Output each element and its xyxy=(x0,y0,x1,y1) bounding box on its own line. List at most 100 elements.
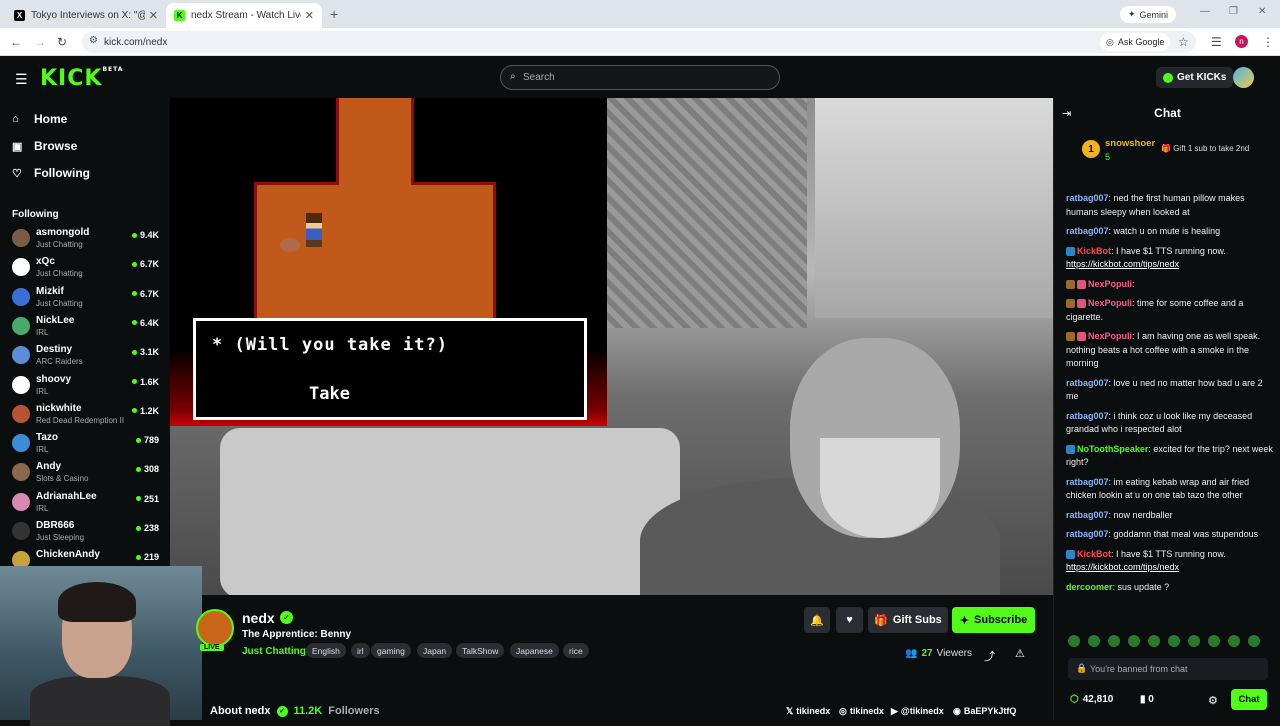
leaderboard-user[interactable]: snowshoer xyxy=(1105,138,1155,149)
gift-subs-button[interactable]: 🎁 Gift Subs xyxy=(868,607,948,633)
gemini-button[interactable]: ✦ Gemini xyxy=(1120,6,1177,23)
chat-username[interactable]: ratbag007 xyxy=(1066,510,1109,520)
following-item[interactable]: nickwhite Red Dead Redemption II 1.2K xyxy=(12,402,162,429)
chat-link[interactable]: https://kickbot.com/tips/nedx xyxy=(1066,562,1179,572)
chat-text: sus update ? xyxy=(1117,581,1170,592)
bookmark-star-icon[interactable]: ☆ xyxy=(1178,35,1189,49)
following-item[interactable]: AdrianahLee IRL 251 xyxy=(12,490,162,517)
media-icon[interactable]: ☰ xyxy=(1211,35,1222,49)
channel-name: nickwhite xyxy=(36,402,82,414)
notification-bell-icon[interactable]: 🔔 xyxy=(804,607,830,633)
back-icon[interactable]: ← xyxy=(10,35,22,49)
following-item[interactable]: Tazo IRL 789 xyxy=(12,431,162,458)
emote-icon[interactable] xyxy=(1188,635,1200,647)
minimize-icon[interactable]: — xyxy=(1200,6,1210,17)
kick-logo[interactable]: KICKBETA xyxy=(40,66,123,91)
emote-icon[interactable] xyxy=(1248,635,1260,647)
close-icon[interactable]: ✕ xyxy=(149,9,158,22)
chat-username[interactable]: ratbag007 xyxy=(1066,226,1109,236)
chat-username[interactable]: ratbag007 xyxy=(1066,529,1109,539)
emote-icon[interactable] xyxy=(1088,635,1100,647)
kicks-balance[interactable]: ⬡ 42,810 xyxy=(1070,694,1113,705)
emote-icon[interactable] xyxy=(1148,635,1160,647)
social-x[interactable]: 𝕏tikinedx xyxy=(786,706,830,717)
avatar xyxy=(12,434,30,453)
social-discord[interactable]: ◉ BaEPYkJtfQ xyxy=(953,706,1016,717)
report-icon[interactable]: ⚠ xyxy=(1015,647,1025,660)
following-item[interactable]: Mizkif Just Chatting 6.7K xyxy=(12,285,162,312)
following-item[interactable]: NickLee IRL 6.4K xyxy=(12,314,162,341)
share-icon[interactable]: ⤴ xyxy=(984,648,995,664)
chat-send-button[interactable]: Chat xyxy=(1231,689,1267,710)
new-tab-button[interactable]: + xyxy=(330,6,338,22)
chat-username[interactable]: KickBot xyxy=(1077,246,1111,256)
gear-icon[interactable]: ⚙ xyxy=(1208,694,1218,707)
tag[interactable]: English xyxy=(306,643,346,658)
browser-tab-x[interactable]: X Tokyo Interviews on X: "@callir ✕ xyxy=(6,3,166,28)
nav-browse[interactable]: ▣ Browse xyxy=(12,139,77,153)
stream-category[interactable]: Just Chatting xyxy=(242,646,306,657)
menu-icon[interactable]: ⋮ xyxy=(1262,35,1274,49)
hamburger-icon[interactable]: ☰ xyxy=(15,71,28,88)
emote-icon[interactable] xyxy=(1128,635,1140,647)
following-item[interactable]: DBR666 Just Sleeping 238 xyxy=(12,519,162,546)
get-kicks-button[interactable]: Get KICKs xyxy=(1156,67,1234,88)
user-avatar[interactable] xyxy=(1233,67,1254,88)
browser-tab-kick[interactable]: K nedx Stream - Watch Live on K ✕ xyxy=(166,3,322,28)
chat-username[interactable]: NexPopuli xyxy=(1088,331,1132,341)
close-icon[interactable]: ✕ xyxy=(305,9,314,22)
channel-name[interactable]: nedx xyxy=(242,610,275,626)
lock-icon: 🔒 xyxy=(1076,663,1088,673)
chat-username[interactable]: KickBot xyxy=(1077,549,1111,559)
chat-username[interactable]: dercoomer xyxy=(1066,582,1113,592)
badge-icon xyxy=(1077,332,1086,342)
channel-points[interactable]: ▮ 0 xyxy=(1140,694,1154,705)
tag[interactable]: TalkShow xyxy=(456,643,505,658)
following-item[interactable]: asmongold Just Chatting 9.4K xyxy=(12,226,162,253)
profile-avatar[interactable]: n xyxy=(1235,35,1248,48)
url-field[interactable]: ⚙ kick.com/nedx xyxy=(82,31,1196,53)
following-item[interactable]: xQc Just Chatting 6.7K xyxy=(12,255,162,282)
chat-message: KickBot: I have $1 TTS running now. https… xyxy=(1066,548,1226,572)
social-youtube[interactable]: ▶ @tikinedx xyxy=(891,706,944,717)
tag[interactable]: irl xyxy=(351,643,370,658)
following-item[interactable]: Andy Slots & Casino 308 xyxy=(12,460,162,487)
tag[interactable]: Japan xyxy=(417,643,453,658)
chat-link[interactable]: https://kickbot.com/tips/nedx xyxy=(1066,259,1179,269)
chat-username[interactable]: ratbag007 xyxy=(1066,477,1109,487)
follow-heart-icon[interactable]: ♥ xyxy=(836,607,863,633)
social-instagram[interactable]: ◎ tikinedx xyxy=(839,706,884,717)
following-item[interactable]: shoovy IRL 1.6K xyxy=(12,373,162,400)
tag[interactable]: rice xyxy=(563,643,589,658)
subscribe-button[interactable]: ✦ Subscribe xyxy=(952,607,1035,633)
emote-icon[interactable] xyxy=(1108,635,1120,647)
chat-username[interactable]: ratbag007 xyxy=(1066,193,1109,203)
emote-icon[interactable] xyxy=(1208,635,1220,647)
maximize-icon[interactable]: ❐ xyxy=(1229,6,1238,17)
about-section: About nedx ✓ 11.2K Followers xyxy=(210,705,380,717)
search-input[interactable]: ⌕ Search xyxy=(500,65,780,90)
emote-icon[interactable] xyxy=(1168,635,1180,647)
channel-avatar[interactable] xyxy=(196,609,234,647)
chat-input[interactable]: 🔒 You're banned from chat xyxy=(1068,658,1268,680)
nav-following[interactable]: ♡ Following xyxy=(12,166,90,180)
video-player[interactable]: * (Will you take it?) Take xyxy=(170,98,1053,595)
tag[interactable]: gaming xyxy=(371,643,411,658)
site-info-icon[interactable]: ⚙ xyxy=(89,35,98,46)
tag[interactable]: Japanese xyxy=(510,643,559,658)
reload-icon[interactable]: ↻ xyxy=(57,35,67,49)
chat-username[interactable]: NexPopuli xyxy=(1088,298,1132,308)
emote-icon[interactable] xyxy=(1228,635,1240,647)
chat-username[interactable]: NexPopuli xyxy=(1088,279,1132,289)
chat-username[interactable]: ratbag007 xyxy=(1066,378,1109,388)
nav-home[interactable]: ⌂ Home xyxy=(12,112,67,126)
close-window-icon[interactable]: ✕ xyxy=(1258,6,1266,17)
kicks-balance-value: 42,810 xyxy=(1082,694,1114,705)
ask-google-button[interactable]: ◎ Ask Google xyxy=(1100,33,1171,51)
forward-icon[interactable]: → xyxy=(34,35,46,49)
chat-username[interactable]: ratbag007 xyxy=(1066,411,1109,421)
following-item[interactable]: Destiny ARC Raiders 3.1K xyxy=(12,343,162,370)
gift-prompt[interactable]: 🎁 Gift 1 sub to take 2nd xyxy=(1161,144,1249,153)
chat-username[interactable]: NoToothSpeaker xyxy=(1077,444,1148,454)
emote-icon[interactable] xyxy=(1068,635,1080,647)
